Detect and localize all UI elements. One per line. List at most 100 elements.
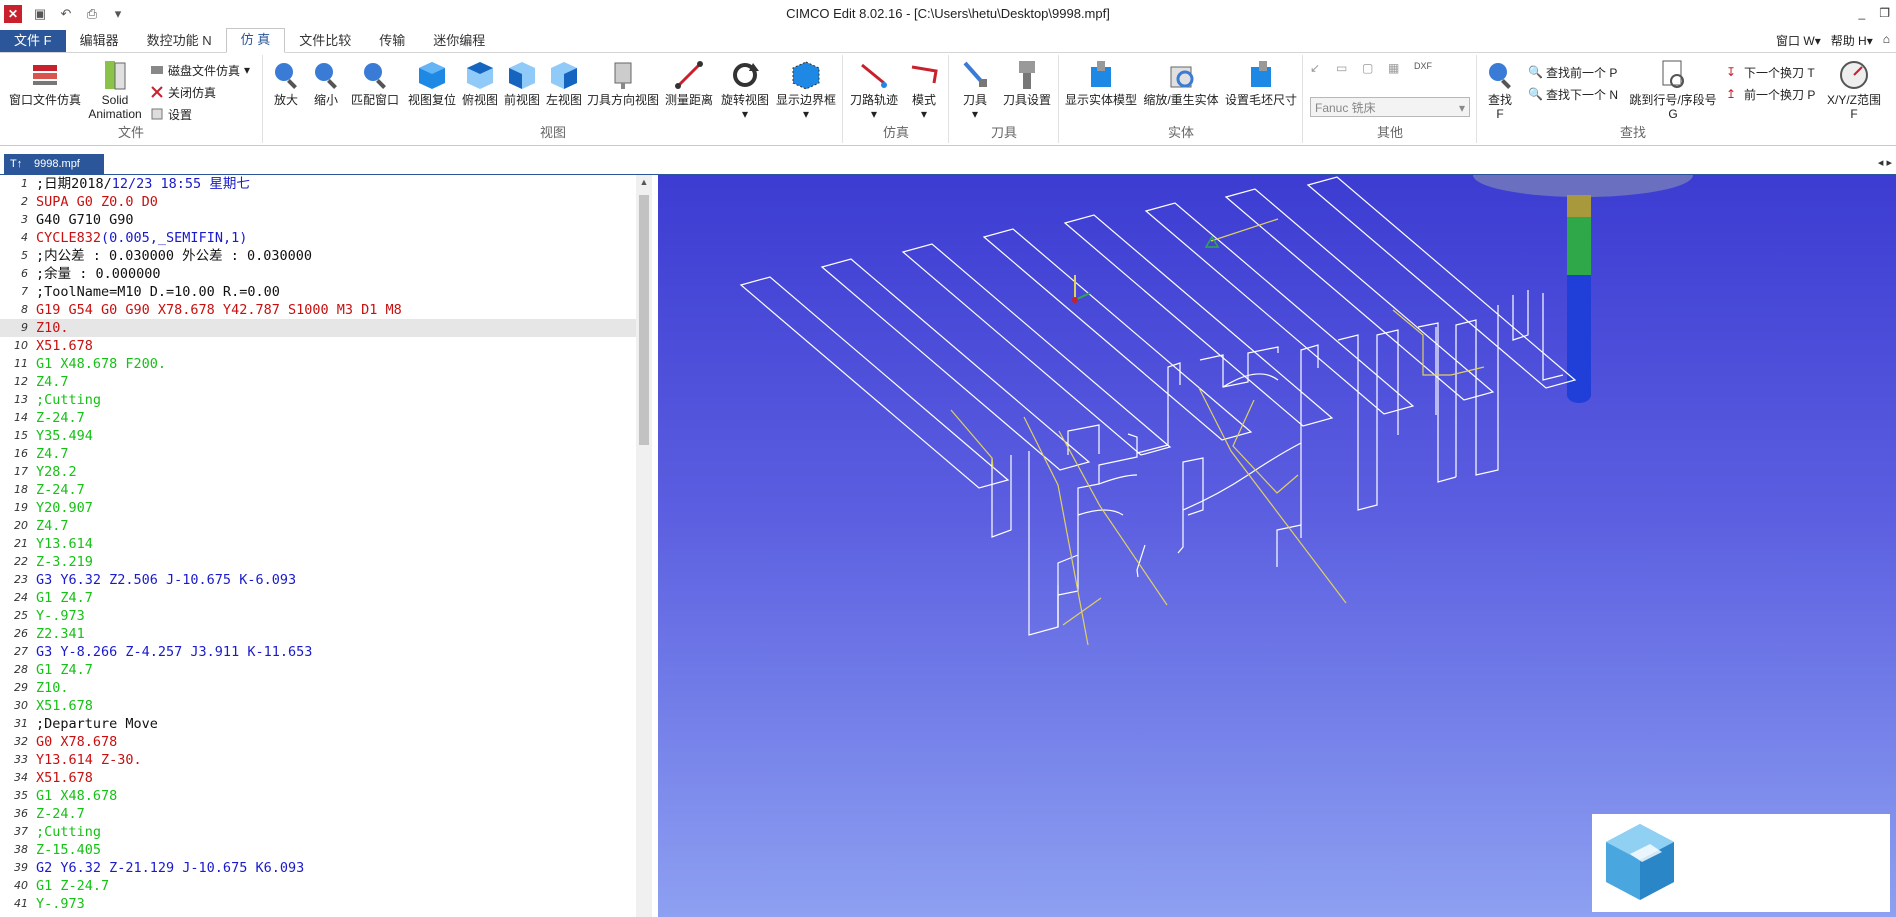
code-line[interactable]: 1 ;日期2018/12/23 18:55 星期七: [0, 175, 636, 193]
code-line[interactable]: 7 ;ToolName=M10 D.=10.00 R.=0.00: [0, 283, 636, 301]
code-line[interactable]: 35 G1 X48.678: [0, 787, 636, 805]
tab-mini-programming[interactable]: 迷你编程: [419, 30, 499, 52]
code-line[interactable]: 18 Z-24.7: [0, 481, 636, 499]
mode-button[interactable]: 模式 ▾: [902, 59, 946, 121]
find-previous-button[interactable]: 🔍 查找前一个 P: [1528, 63, 1617, 81]
show-bounding-box-button[interactable]: 显示边界框 ▾: [774, 59, 838, 121]
code-line[interactable]: 23 G3 Y6.32 Z2.506 J-10.675 K-6.093: [0, 571, 636, 589]
other-icon-1[interactable]: ↙: [1310, 61, 1324, 75]
code-line[interactable]: 4 CYCLE832(0.005,_SEMIFIN,1): [0, 229, 636, 247]
disk-file-sim-button[interactable]: 磁盘文件仿真 ▾: [150, 61, 250, 79]
code-line[interactable]: 21 Y13.614: [0, 535, 636, 553]
code-line[interactable]: 14 Z-24.7: [0, 409, 636, 427]
home-icon[interactable]: ⌂: [1883, 32, 1890, 49]
other-icon-3[interactable]: ▢: [1362, 61, 1376, 75]
view-reset-button[interactable]: 视图复位: [406, 59, 458, 107]
code-line[interactable]: 41 Y-.973: [0, 895, 636, 913]
code-line[interactable]: 26 Z2.341: [0, 625, 636, 643]
show-solid-model-button[interactable]: 显示实体模型: [1062, 59, 1140, 107]
tab-file-compare[interactable]: 文件比较: [285, 30, 365, 52]
code-line[interactable]: 27 G3 Y-8.266 Z-4.257 J3.911 K-11.653: [0, 643, 636, 661]
next-tool-change-button[interactable]: ↧ 下一个换刀 T: [1726, 63, 1815, 81]
simulation-viewport[interactable]: [658, 175, 1896, 917]
code-line[interactable]: 32 G0 X78.678: [0, 733, 636, 751]
code-line[interactable]: 16 Z4.7: [0, 445, 636, 463]
code-line[interactable]: 38 Z-15.405: [0, 841, 636, 859]
measure-distance-button[interactable]: 测量距离: [662, 59, 716, 107]
zoom-out-button[interactable]: 缩小: [308, 59, 344, 107]
fit-window-button[interactable]: 匹配窗口: [348, 59, 402, 107]
code-line[interactable]: 34 X51.678: [0, 769, 636, 787]
code-line[interactable]: 13 ;Cutting: [0, 391, 636, 409]
code-line[interactable]: 25 Y-.973: [0, 607, 636, 625]
left-view-button[interactable]: 左视图: [544, 59, 584, 107]
solid-animation-button[interactable]: Solid Animation: [84, 59, 146, 121]
find-button[interactable]: 查找 F: [1482, 59, 1518, 121]
save-icon[interactable]: ▣: [32, 6, 48, 22]
scroll-up-arrow[interactable]: ▲: [639, 177, 649, 189]
window-file-sim-button[interactable]: 窗口文件仿真: [6, 59, 84, 107]
code-editor[interactable]: 1 ;日期2018/12/23 18:55 星期七 2 SUPA G0 Z0.0 D0…: [0, 175, 637, 917]
window-menu[interactable]: 窗口 W▾: [1776, 32, 1821, 49]
other-icon-4[interactable]: ▦: [1388, 61, 1402, 75]
scrollbar-thumb[interactable]: [639, 195, 649, 445]
quick-access-dropdown-icon[interactable]: ▾: [110, 6, 126, 22]
minimize-button[interactable]: _: [1859, 6, 1866, 20]
code-line[interactable]: 37 ;Cutting: [0, 823, 636, 841]
code-line[interactable]: 3 G40 G710 G90: [0, 211, 636, 229]
code-line[interactable]: 6 ;余量 : 0.000000: [0, 265, 636, 283]
code-line[interactable]: 22 Z-3.219: [0, 553, 636, 571]
code-line[interactable]: 2 SUPA G0 Z0.0 D0: [0, 193, 636, 211]
machine-select[interactable]: Fanuc 铣床 ▾: [1310, 97, 1470, 117]
zoom-regen-solid-button[interactable]: 缩放/重生实体: [1142, 59, 1220, 107]
code-line[interactable]: 12 Z4.7: [0, 373, 636, 391]
code-line[interactable]: 24 G1 Z4.7: [0, 589, 636, 607]
tab-scroll-arrows[interactable]: ◂ ▸: [1878, 156, 1892, 169]
zoom-in-button[interactable]: 放大: [268, 59, 304, 107]
prev-tool-change-button[interactable]: ↥ 前一个换刀 P: [1726, 85, 1815, 103]
other-icon-2[interactable]: ▭: [1336, 61, 1350, 75]
restore-button[interactable]: ❐: [1879, 6, 1890, 20]
set-stock-size-button[interactable]: 设置毛坯尺寸: [1222, 59, 1300, 107]
code-line[interactable]: 11 G1 X48.678 F200.: [0, 355, 636, 373]
editor-scrollbar[interactable]: ▲: [636, 175, 652, 917]
settings-button[interactable]: 设置: [150, 105, 192, 123]
code-line[interactable]: 8 G19 G54 G0 G90 X78.678 Y42.787 S1000 M3…: [0, 301, 636, 319]
code-line[interactable]: 39 G2 Y6.32 Z-21.129 J-10.675 K6.093: [0, 859, 636, 877]
code-line[interactable]: 19 Y20.907: [0, 499, 636, 517]
rotate-view-button[interactable]: 旋转视图 ▾: [718, 59, 772, 121]
xyz-range-button[interactable]: X/Y/Z范围 F: [1824, 59, 1884, 121]
code-line[interactable]: 5 ;内公差 : 0.030000 外公差 : 0.030000: [0, 247, 636, 265]
code-line[interactable]: 30 X51.678: [0, 697, 636, 715]
tab-file[interactable]: 文件 F: [0, 30, 66, 52]
code-line[interactable]: 33 Y13.614 Z-30.: [0, 751, 636, 769]
close-sim-button[interactable]: 关闭仿真: [150, 83, 216, 101]
jump-to-line-button[interactable]: 跳到行号/序段号 G: [1628, 59, 1718, 121]
code-line[interactable]: 40 G1 Z-24.7: [0, 877, 636, 895]
front-view-button[interactable]: 前视图: [502, 59, 542, 107]
code-line[interactable]: 20 Z4.7: [0, 517, 636, 535]
print-icon[interactable]: ⎙: [84, 6, 100, 22]
code-line[interactable]: 17 Y28.2: [0, 463, 636, 481]
code-line[interactable]: 28 G1 Z4.7: [0, 661, 636, 679]
code-line[interactable]: 10 X51.678: [0, 337, 636, 355]
code-line[interactable]: 9 Z10.: [0, 319, 636, 337]
tab-editor[interactable]: 编辑器: [66, 30, 133, 52]
code-line[interactable]: 15 Y35.494: [0, 427, 636, 445]
code-line[interactable]: 29 Z10.: [0, 679, 636, 697]
code-line[interactable]: 31 ;Departure Move: [0, 715, 636, 733]
tool-settings-button[interactable]: 刀具设置: [998, 59, 1056, 107]
app-logo-icon[interactable]: ✕: [4, 5, 22, 23]
tool-direction-view-button[interactable]: 刀具方向视图: [586, 59, 660, 107]
dxf-icon[interactable]: DXF: [1414, 61, 1432, 75]
tool-button[interactable]: 刀具 ▾: [954, 59, 996, 121]
tab-transfer[interactable]: 传输: [365, 30, 419, 52]
tab-nc-functions[interactable]: 数控功能 N: [133, 30, 226, 52]
top-view-button[interactable]: 俯视图: [460, 59, 500, 107]
undo-icon[interactable]: ↶: [58, 6, 74, 22]
code-line[interactable]: 36 Z-24.7: [0, 805, 636, 823]
tab-simulation[interactable]: 仿 真: [225, 28, 286, 53]
find-next-button[interactable]: 🔍 查找下一个 N: [1528, 85, 1618, 103]
document-tab[interactable]: T↑ 9998.mpf: [4, 154, 104, 174]
help-menu[interactable]: 帮助 H▾: [1831, 32, 1873, 49]
